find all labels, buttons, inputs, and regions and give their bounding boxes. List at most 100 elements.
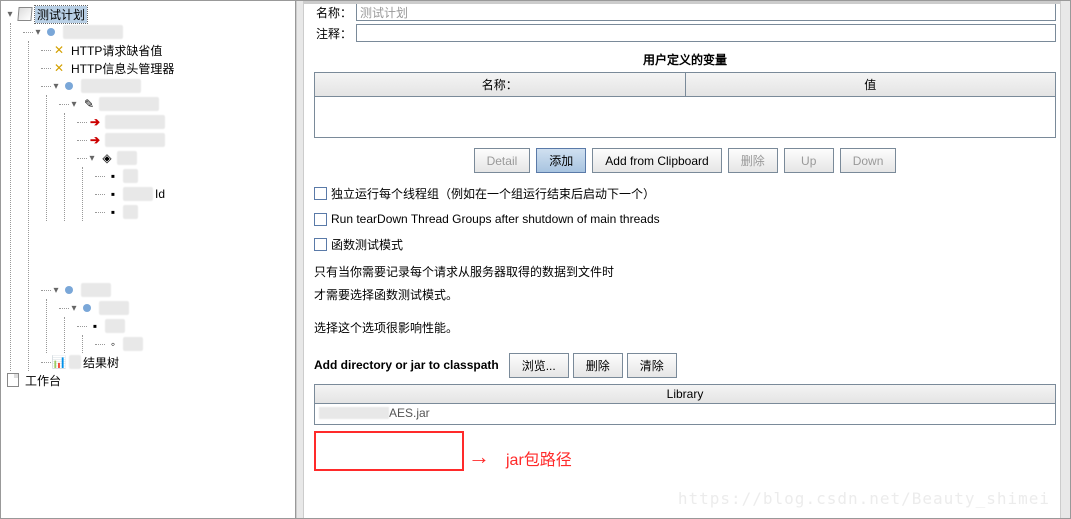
arrow-right-icon: ➔ [87,132,103,148]
teardown-label: Run tearDown Thread Groups after shutdow… [331,212,660,226]
split-divider[interactable] [296,1,304,518]
tree-item[interactable]: ▪ [95,203,291,221]
collapse-icon[interactable]: ▾ [87,153,97,163]
checkbox-icon[interactable] [314,187,327,200]
collapse-icon[interactable]: ▾ [69,99,79,109]
tree-item[interactable]: ◦ [95,335,291,353]
arrow-right-icon: ➔ [87,114,103,130]
browse-button[interactable]: 浏览... [509,353,569,378]
blurred-label [63,25,123,39]
node-icon: ◈ [99,150,115,166]
scrollbar[interactable] [1060,1,1070,518]
tree-item[interactable]: ▾ [59,299,291,317]
funcmode-label: 函数测试模式 [331,236,403,253]
delete-button[interactable]: 删除 [728,148,778,173]
tree-item[interactable]: ▪ [95,167,291,185]
collapse-icon[interactable]: ▾ [5,9,15,19]
tree-item[interactable]: ▾ [23,23,291,41]
tree-item[interactable]: ▪ Id [95,185,291,203]
collapse-icon[interactable]: ▾ [33,27,43,37]
blurred-path [319,407,389,419]
independent-label: 独立运行每个线程组（例如在一个组运行结束后启动下一个） [331,185,655,202]
library-entry: AES.jar [389,406,430,420]
library-header[interactable]: Library [315,385,1055,404]
up-button[interactable]: Up [784,148,834,173]
detail-button[interactable]: Detail [474,148,531,173]
add-button[interactable]: 添加 [536,148,586,173]
comment-input[interactable] [356,24,1056,42]
node-icon [81,300,97,316]
library-row[interactable]: AES.jar [315,404,1055,424]
clipboard-icon [5,372,21,388]
collapse-icon[interactable]: ▾ [51,81,61,91]
watermark: https://blog.csdn.net/Beauty_shimei [678,489,1050,508]
blurred-label [123,205,138,219]
blurred-label [105,319,125,333]
teardown-checkbox-row[interactable]: Run tearDown Thread Groups after shutdow… [314,212,1056,226]
pencil-icon: ✎ [81,96,97,112]
node-icon: ▪ [105,168,121,184]
tree-label: 工作台 [23,372,63,389]
cp-delete-button[interactable]: 删除 [573,353,623,378]
flask-icon [17,6,33,22]
tree-item[interactable]: ▾ ◈ [77,149,291,167]
collapse-icon[interactable]: ▾ [69,303,79,313]
tree-workbench[interactable]: 工作台 [5,371,291,389]
tree-root[interactable]: ▾ 测试计划 [5,5,291,23]
tree-item[interactable]: ▾ [41,77,291,95]
node-icon: ▪ [105,204,121,220]
info-line2: 才需要选择函数测试模式。 [314,286,1056,305]
vars-title: 用户定义的变量 [314,45,1056,72]
annotation-box [314,431,464,471]
blurred-label [123,187,153,201]
blurred-label [99,301,129,315]
wrench-icon: ✕ [51,42,67,58]
tree-item[interactable]: ➔ [77,131,291,149]
add-clipboard-button[interactable]: Add from Clipboard [592,148,721,173]
node-icon [63,78,79,94]
node-icon: ◦ [105,336,121,352]
annotation-text: jar包路径 [506,446,572,470]
node-icon [63,282,79,298]
clear-button[interactable]: 清除 [627,353,677,378]
funcmode-checkbox-row[interactable]: 函数测试模式 [314,236,1056,253]
tree-item-result-tree[interactable]: 📊 结果树 [41,353,291,371]
comment-label: 注释： [314,25,352,42]
tree-panel: ▾ 测试计划 ▾ ✕ HTTP请求缺省值 ✕ HTTP信息 [1,1,296,518]
vars-body[interactable] [315,97,1055,137]
collapse-icon[interactable]: ▾ [51,285,61,295]
tree-label: 结果树 [81,354,121,371]
blurred-label [123,337,143,351]
wrench-icon: ✕ [51,60,67,76]
vars-table: 名称： 值 [314,72,1056,138]
node-icon [45,24,61,40]
down-button[interactable]: Down [840,148,897,173]
blurred-label [81,79,141,93]
tree-item[interactable]: ▾ [41,281,291,299]
tree-item-http-defaults[interactable]: ✕ HTTP请求缺省值 [41,41,291,59]
blurred-label [105,133,165,147]
blurred-label [99,97,159,111]
blurred-label [117,151,137,165]
tree-label: HTTP请求缺省值 [69,42,164,59]
tree-item[interactable]: ▾ ✎ [59,95,291,113]
name-label: 名称： [314,4,352,21]
annotation-arrow-icon: → [468,444,490,470]
checkbox-icon[interactable] [314,213,327,226]
blurred-label [69,355,81,369]
tree-item[interactable]: ➔ [77,113,291,131]
info-line3: 选择这个选项很影响性能。 [314,319,1056,338]
vars-col-name[interactable]: 名称： [315,73,686,96]
name-input[interactable] [356,3,1056,21]
independent-checkbox-row[interactable]: 独立运行每个线程组（例如在一个组运行结束后启动下一个） [314,185,1056,202]
checkbox-icon[interactable] [314,238,327,251]
tree-label: HTTP信息头管理器 [69,60,176,77]
vars-col-value[interactable]: 值 [686,73,1056,96]
library-table: Library AES.jar [314,384,1056,425]
tree-item[interactable]: ▪ [77,317,291,335]
node-icon: ▪ [105,186,121,202]
info-line1: 只有当你需要记录每个请求从服务器取得的数据到文件时 [314,263,1056,282]
tree-root-label[interactable]: 测试计划 [35,6,87,23]
tree-item-http-header[interactable]: ✕ HTTP信息头管理器 [41,59,291,77]
main-panel: 名称： 注释： 用户定义的变量 名称： 值 Detail 添加 Add from… [304,1,1070,518]
